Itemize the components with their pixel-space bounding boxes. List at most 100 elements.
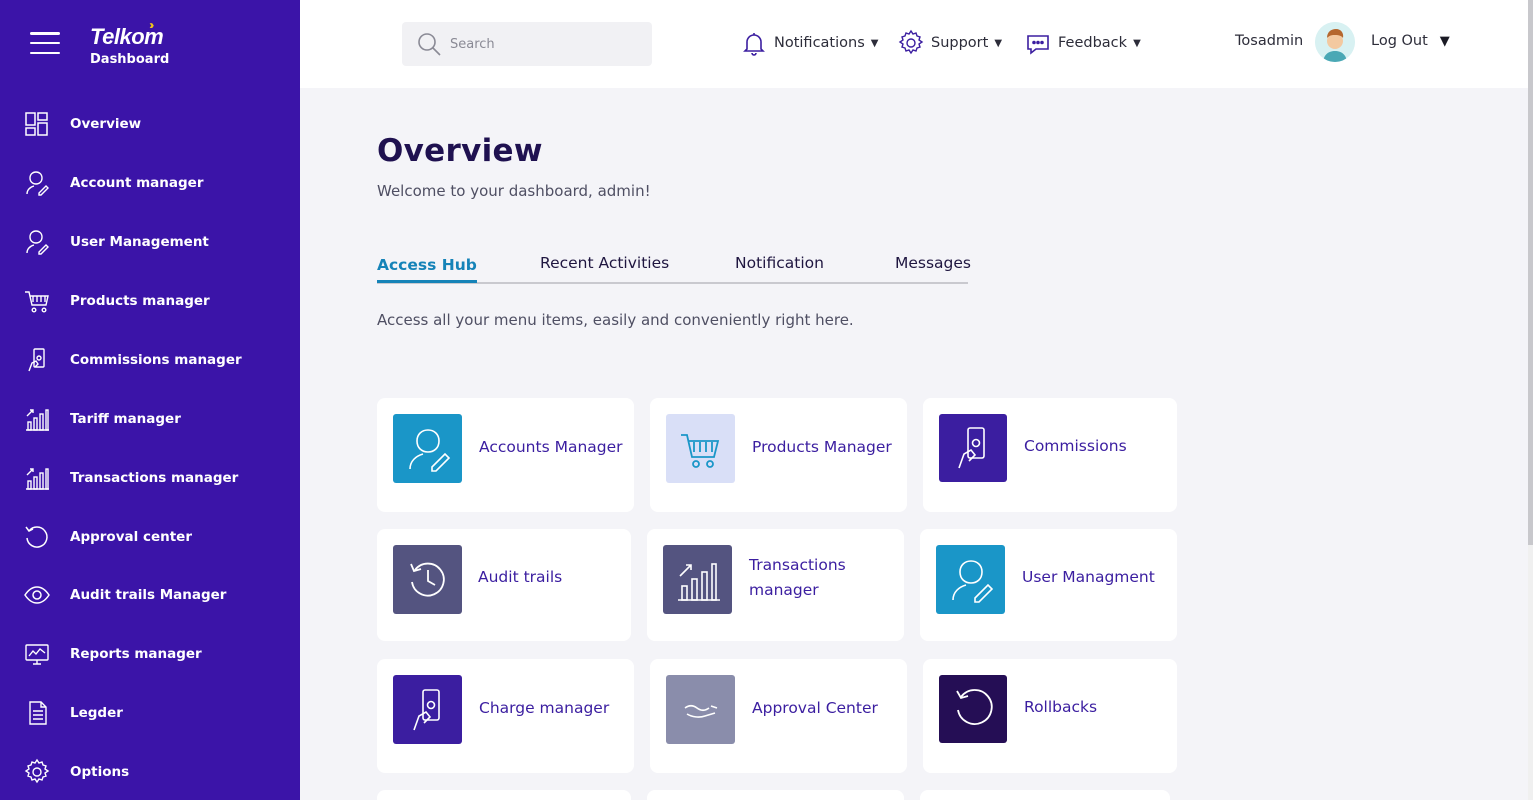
hand-cash-icon bbox=[393, 675, 462, 744]
card-charge-manager[interactable]: Charge manager bbox=[377, 659, 634, 773]
sidebar-item-tariff-manager[interactable]: Tariff manager bbox=[0, 394, 300, 444]
support-label: Support bbox=[931, 35, 989, 51]
sidebar-item-label: Transactions manager bbox=[70, 470, 239, 486]
document-icon bbox=[22, 698, 52, 728]
brand-logo: Telkom ›› bbox=[90, 18, 164, 49]
search-box[interactable] bbox=[402, 22, 652, 66]
card-rollbacks[interactable]: Rollbacks bbox=[923, 659, 1177, 773]
chevron-down-icon: ▼ bbox=[1133, 37, 1141, 49]
card-partial[interactable] bbox=[377, 790, 631, 800]
logout-button[interactable]: Log Out ▼ bbox=[1371, 33, 1450, 49]
sidebar-item-label: Commissions manager bbox=[70, 352, 242, 368]
sidebar-item-options[interactable]: Options bbox=[0, 747, 300, 797]
overview-grid-icon bbox=[22, 109, 52, 139]
card-user-managment[interactable]: User Managment bbox=[920, 529, 1177, 641]
sidebar-item-label: Legder bbox=[70, 705, 123, 721]
sidebar-item-legder[interactable]: Legder bbox=[0, 688, 300, 738]
chevron-down-icon: ▼ bbox=[870, 37, 879, 49]
rollback-icon bbox=[939, 675, 1007, 743]
feedback-menu[interactable]: Feedback ▼ bbox=[1024, 26, 1141, 60]
bar-growth-icon bbox=[663, 545, 732, 614]
sidebar-item-products-manager[interactable]: Products manager bbox=[0, 276, 300, 326]
top-bar: Notifications ▼ Support ▼ Feedback ▼ Tos… bbox=[300, 0, 1528, 88]
sidebar-item-label: User Management bbox=[70, 234, 209, 250]
notifications-menu[interactable]: Notifications ▼ bbox=[740, 26, 878, 60]
chat-bubble-icon bbox=[1027, 35, 1049, 55]
card-label: Approval Center bbox=[752, 699, 878, 717]
person-pen-icon bbox=[393, 414, 462, 483]
sidebar-item-label: Products manager bbox=[70, 293, 210, 309]
sidebar-item-label: Overview bbox=[70, 116, 142, 132]
person-pen-icon bbox=[936, 545, 1005, 614]
caret-down-icon: ▼ bbox=[1439, 33, 1450, 49]
scrollbar[interactable] bbox=[1528, 0, 1533, 800]
sidebar-item-account-manager[interactable]: Account manager bbox=[0, 158, 300, 208]
eye-icon bbox=[22, 580, 52, 610]
sidebar-item-approval-center[interactable]: Approval center bbox=[0, 512, 300, 562]
tab-messages[interactable]: Messages bbox=[895, 254, 971, 272]
cart-icon bbox=[22, 286, 52, 316]
feedback-label: Feedback bbox=[1058, 35, 1128, 51]
hand-cash-icon bbox=[939, 414, 1007, 482]
sidebar: Telkom ›› Dashboard Overview Account mana… bbox=[0, 0, 300, 800]
sidebar-item-label: Audit trails Manager bbox=[70, 587, 227, 603]
card-label: Transactions manager bbox=[749, 556, 846, 599]
sidebar-item-label: Tariff manager bbox=[70, 411, 181, 427]
sidebar-item-label: Account manager bbox=[70, 175, 204, 191]
monitor-chart-icon bbox=[22, 639, 52, 669]
search-icon bbox=[418, 33, 441, 56]
card-label: Products Manager bbox=[752, 438, 892, 456]
gear-icon bbox=[898, 29, 924, 55]
sidebar-item-label: Approval center bbox=[70, 529, 192, 545]
card-partial[interactable] bbox=[647, 790, 904, 800]
card-approval-center[interactable]: Approval Center bbox=[650, 659, 907, 773]
gear-icon bbox=[22, 757, 52, 787]
sidebar-item-reports-manager[interactable]: Reports manager bbox=[0, 629, 300, 679]
card-label: Charge manager bbox=[479, 699, 610, 717]
sidebar-item-transactions-manager[interactable]: Transactions manager bbox=[0, 453, 300, 503]
sidebar-item-commissions-manager[interactable]: Commissions manager bbox=[0, 335, 300, 385]
tab-recent-activities[interactable]: Recent Activities bbox=[540, 254, 669, 272]
bar-growth-icon bbox=[22, 463, 52, 493]
support-menu[interactable]: Support ▼ bbox=[897, 26, 1002, 60]
hand-wave-icon bbox=[666, 675, 735, 744]
cart-icon bbox=[666, 414, 735, 483]
card-products-manager[interactable]: Products Manager bbox=[650, 398, 907, 512]
sidebar-item-label: Options bbox=[70, 764, 130, 780]
tab-bar: Access Hub Recent Activities Notificatio… bbox=[377, 254, 971, 284]
sidebar-item-overview[interactable]: Overview bbox=[0, 99, 300, 149]
tab-access-hub[interactable]: Access Hub bbox=[377, 256, 477, 283]
card-transactions-manager[interactable]: Transactions manager bbox=[647, 529, 904, 641]
brand-chevrons-icon: ›› bbox=[149, 18, 154, 32]
sidebar-item-audit-trails-manager[interactable]: Audit trails Manager bbox=[0, 570, 300, 620]
page-title: Overview bbox=[377, 133, 543, 169]
sidebar-item-label: Reports manager bbox=[70, 646, 202, 662]
brand[interactable]: Telkom ›› Dashboard bbox=[90, 18, 169, 67]
card-label: User Managment bbox=[1022, 568, 1155, 586]
person-pen-icon bbox=[22, 168, 52, 198]
logout-label: Log Out bbox=[1371, 33, 1428, 49]
sidebar-item-user-management[interactable]: User Management bbox=[0, 217, 300, 267]
scrollbar-thumb[interactable] bbox=[1528, 0, 1533, 545]
username: Tosadmin bbox=[1235, 33, 1304, 49]
card-audit-trails[interactable]: Audit trails bbox=[377, 529, 631, 641]
clock-history-icon bbox=[393, 545, 462, 614]
avatar[interactable] bbox=[1315, 22, 1355, 62]
tab-notification[interactable]: Notification bbox=[735, 254, 824, 272]
card-label: Audit trails bbox=[478, 568, 563, 586]
card-accounts-manager[interactable]: Accounts Manager bbox=[377, 398, 634, 512]
card-label: Accounts Manager bbox=[479, 438, 623, 456]
card-label: Rollbacks bbox=[1024, 698, 1098, 716]
menu-toggle-icon[interactable] bbox=[30, 32, 60, 54]
search-input[interactable] bbox=[450, 36, 630, 52]
bar-growth-icon bbox=[22, 404, 52, 434]
bell-icon bbox=[743, 33, 765, 56]
card-partial[interactable] bbox=[920, 790, 1170, 800]
refresh-circle-icon bbox=[22, 522, 52, 552]
card-label: Commissions bbox=[1024, 437, 1127, 455]
card-commissions[interactable]: Commissions bbox=[923, 398, 1177, 512]
hand-cash-icon bbox=[22, 345, 52, 375]
page-subtitle: Welcome to your dashboard, admin! bbox=[377, 182, 651, 200]
person-pen-icon bbox=[22, 227, 52, 257]
access-hub-description: Access all your menu items, easily and c… bbox=[377, 311, 854, 329]
